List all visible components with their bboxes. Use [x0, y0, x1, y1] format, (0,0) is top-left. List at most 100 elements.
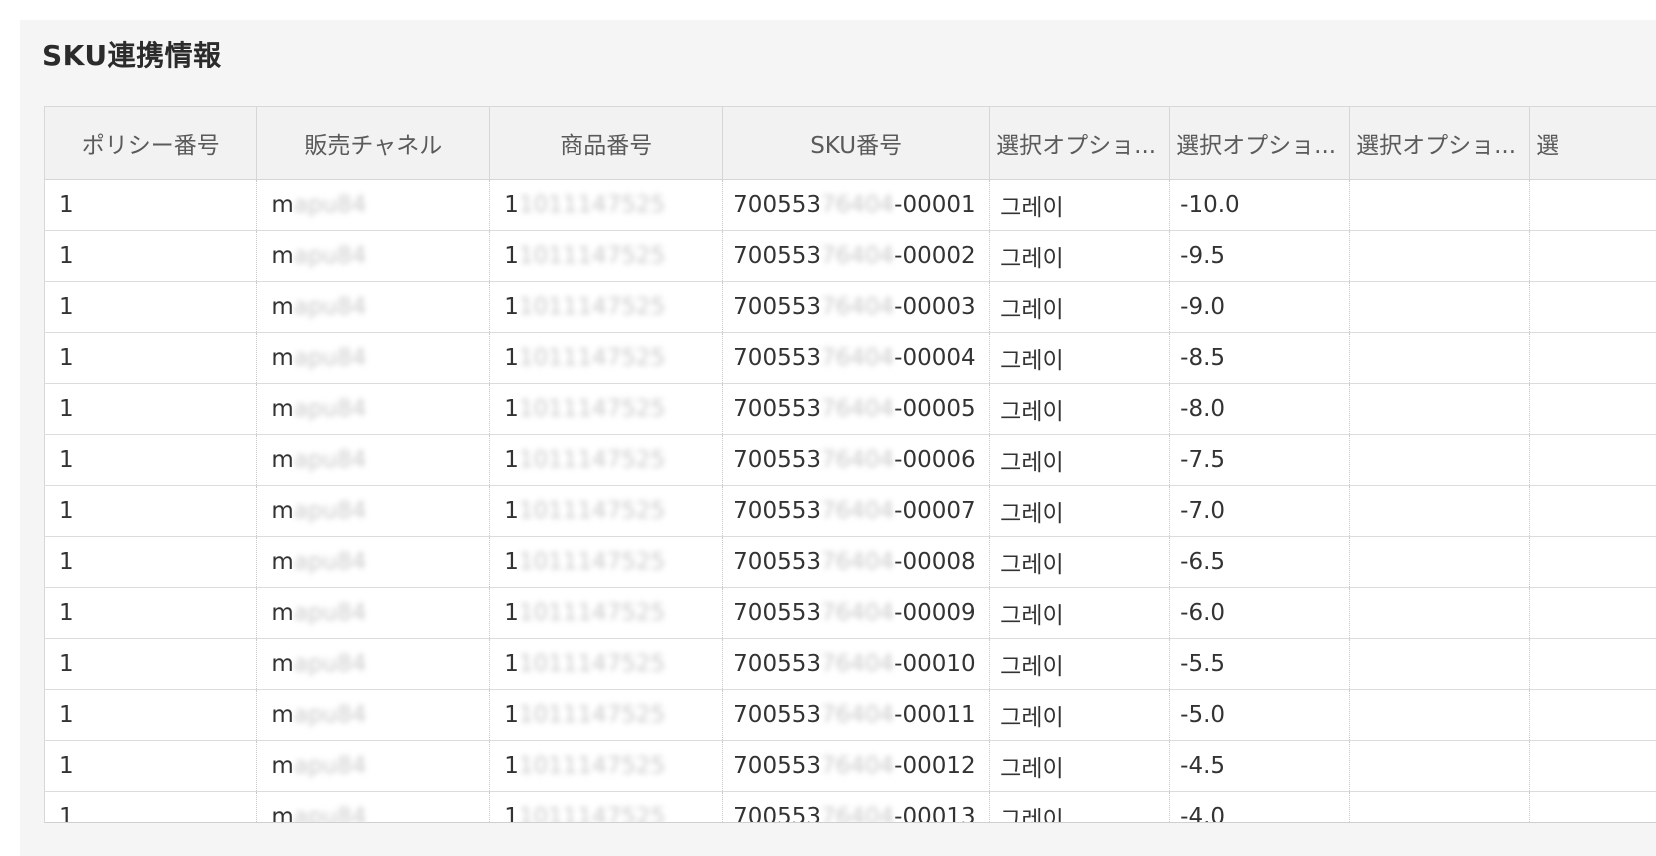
- cell-policy-number: 1: [45, 740, 258, 792]
- option2-value: -9.5: [1180, 243, 1226, 269]
- cell-option-4: [1529, 281, 1656, 333]
- table-body: 1 mapu84 11011147525 70055376404-00001 그레이 -1…: [45, 179, 1656, 823]
- col-header-option-2[interactable]: 選択オプショ...: [1169, 107, 1351, 180]
- cell-option-4: [1529, 179, 1656, 231]
- policy-value: 1: [59, 243, 74, 269]
- channel-prefix: m: [271, 396, 294, 422]
- cell-sku-number: 70055376404-00005: [722, 383, 991, 435]
- cell-option-4: [1529, 638, 1656, 690]
- product-redacted: 1011147525: [518, 192, 666, 218]
- sku-prefix: 700553: [733, 447, 821, 473]
- cell-sales-channel: mapu84: [256, 740, 491, 792]
- table-row[interactable]: 1 mapu84 11011147525 70055376404-00008 그레이 -6…: [45, 536, 1656, 588]
- sku-suffix: -00007: [894, 498, 976, 524]
- cell-product-number: 11011147525: [489, 230, 724, 282]
- product-redacted: 1011147525: [518, 396, 666, 422]
- table-row[interactable]: 1 mapu84 11011147525 70055376404-00011 그레이 -5…: [45, 689, 1656, 741]
- cell-policy-number: 1: [45, 230, 258, 282]
- channel-prefix: m: [271, 804, 294, 823]
- sku-grid[interactable]: ポリシー番号 販売チャネル 商品番号 SKU番号 選択オプショ... 選択オプシ…: [44, 106, 1656, 823]
- channel-redacted: apu84: [293, 498, 367, 524]
- table-row[interactable]: 1 mapu84 11011147525 70055376404-00013 그레이 -4…: [45, 791, 1656, 823]
- sku-prefix: 700553: [733, 396, 821, 422]
- channel-redacted: apu84: [293, 549, 367, 575]
- cell-option-4: [1529, 740, 1656, 792]
- product-redacted: 1011147525: [518, 498, 666, 524]
- table-row[interactable]: 1 mapu84 11011147525 70055376404-00006 그레이 -7…: [45, 434, 1656, 486]
- table-row[interactable]: 1 mapu84 11011147525 70055376404-00003 그레이 -9…: [45, 281, 1656, 333]
- cell-option-2: -5.0: [1169, 689, 1351, 741]
- table-row[interactable]: 1 mapu84 11011147525 70055376404-00007 그레이 -7…: [45, 485, 1656, 537]
- col-header-option-1[interactable]: 選択オプショ...: [989, 107, 1171, 180]
- cell-policy-number: 1: [45, 638, 258, 690]
- sku-suffix: -00012: [894, 753, 976, 779]
- section-title: SKU連携情報: [42, 39, 222, 72]
- cell-option-3: [1349, 281, 1531, 333]
- table-row[interactable]: 1 mapu84 11011147525 70055376404-00005 그레이 -8…: [45, 383, 1656, 435]
- table-row[interactable]: 1 mapu84 11011147525 70055376404-00012 그레이 -4…: [45, 740, 1656, 792]
- cell-sales-channel: mapu84: [256, 230, 491, 282]
- table-row[interactable]: 1 mapu84 11011147525 70055376404-00002 그레이 -9…: [45, 230, 1656, 282]
- channel-prefix: m: [271, 192, 294, 218]
- channel-prefix: m: [271, 651, 294, 677]
- option2-value: -8.5: [1180, 345, 1226, 371]
- col-header-option-3[interactable]: 選択オプショ...: [1349, 107, 1531, 180]
- sku-prefix: 700553: [733, 294, 821, 320]
- cell-product-number: 11011147525: [489, 536, 724, 588]
- cell-option-4: [1529, 383, 1656, 435]
- option2-value: -8.0: [1180, 396, 1226, 422]
- sku-suffix: -00009: [894, 600, 976, 626]
- cell-sku-number: 70055376404-00003: [722, 281, 991, 333]
- cell-option-1: 그레이: [989, 434, 1171, 486]
- table-row[interactable]: 1 mapu84 11011147525 70055376404-00004 그레이 -8…: [45, 332, 1656, 384]
- option2-value: -5.0: [1180, 702, 1226, 728]
- table-row[interactable]: 1 mapu84 11011147525 70055376404-00001 그레이 -1…: [45, 179, 1656, 231]
- option2-value: -6.0: [1180, 600, 1226, 626]
- option1-value: 그레이: [1000, 399, 1064, 425]
- product-redacted: 1011147525: [518, 651, 666, 677]
- channel-redacted: apu84: [293, 651, 367, 677]
- col-header-policy-number[interactable]: ポリシー番号: [45, 107, 258, 180]
- sku-redacted: 76404: [820, 345, 895, 371]
- cell-option-3: [1349, 791, 1531, 822]
- cell-option-3: [1349, 689, 1531, 741]
- cell-sales-channel: mapu84: [256, 689, 491, 741]
- cell-option-2: -7.0: [1169, 485, 1351, 537]
- channel-prefix: m: [271, 702, 294, 728]
- product-prefix: 1: [504, 600, 519, 626]
- option1-value: 그레이: [1000, 195, 1064, 221]
- sku-redacted: 76404: [820, 447, 895, 473]
- product-redacted: 1011147525: [518, 294, 666, 320]
- product-prefix: 1: [504, 243, 519, 269]
- cell-sku-number: 70055376404-00004: [722, 332, 991, 384]
- sku-redacted: 76404: [820, 753, 895, 779]
- policy-value: 1: [59, 702, 74, 728]
- sku-suffix: -00005: [894, 396, 976, 422]
- sku-redacted: 76404: [820, 498, 895, 524]
- cell-option-3: [1349, 587, 1531, 639]
- cell-option-3: [1349, 536, 1531, 588]
- sku-prefix: 700553: [733, 192, 821, 218]
- col-header-sales-channel[interactable]: 販売チャネル: [256, 107, 491, 180]
- option1-value: 그레이: [1000, 246, 1064, 272]
- channel-prefix: m: [271, 549, 294, 575]
- product-redacted: 1011147525: [518, 600, 666, 626]
- channel-prefix: m: [271, 447, 294, 473]
- col-header-option-4[interactable]: 選: [1529, 107, 1656, 180]
- cell-policy-number: 1: [45, 383, 258, 435]
- sku-prefix: 700553: [733, 804, 821, 823]
- col-header-sku-number[interactable]: SKU番号: [722, 107, 991, 180]
- table-row[interactable]: 1 mapu84 11011147525 70055376404-00010 그레이 -5…: [45, 638, 1656, 690]
- sku-prefix: 700553: [733, 243, 821, 269]
- cell-option-3: [1349, 179, 1531, 231]
- table-row[interactable]: 1 mapu84 11011147525 70055376404-00009 그레이 -6…: [45, 587, 1656, 639]
- cell-option-1: 그레이: [989, 740, 1171, 792]
- channel-prefix: m: [271, 294, 294, 320]
- col-header-product-number[interactable]: 商品番号: [489, 107, 724, 180]
- policy-value: 1: [59, 600, 74, 626]
- channel-redacted: apu84: [293, 294, 367, 320]
- product-prefix: 1: [504, 651, 519, 677]
- cell-option-4: [1529, 332, 1656, 384]
- cell-sku-number: 70055376404-00008: [722, 536, 991, 588]
- cell-product-number: 11011147525: [489, 485, 724, 537]
